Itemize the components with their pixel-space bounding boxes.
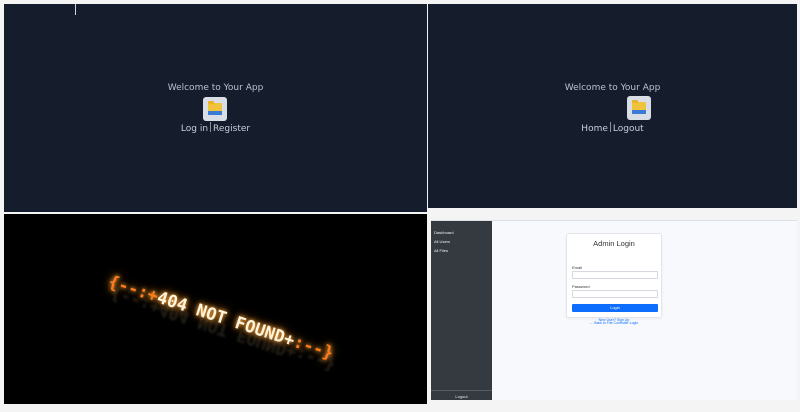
password-label: Password (572, 284, 590, 289)
error-panel: {--:+404 NOT FOUND+:--} {--:+404 NOT FOU… (4, 214, 427, 404)
file-folder-icon (203, 97, 227, 121)
register-link[interactable]: Register (213, 124, 250, 134)
sidebar-item-dashboard[interactable]: Dashboard (431, 228, 492, 237)
sidebar: Dashboard All Users All Files Logout (431, 221, 492, 400)
email-field[interactable] (572, 271, 658, 279)
welcome-heading: Welcome to Your App (564, 83, 661, 93)
nav-links: Home Logout (428, 122, 797, 134)
landing-panel: Welcome to Your App Log in Register (4, 4, 427, 212)
card-title: Admin Login (593, 239, 635, 248)
auth-links: Log in Register (4, 122, 427, 134)
password-field[interactable] (572, 290, 658, 298)
link-separator (609, 122, 611, 132)
admin-panel: Dashboard All Users All Files Logout Adm… (431, 220, 797, 400)
text-cursor (75, 4, 76, 15)
logout-link[interactable]: Logout (613, 124, 644, 134)
home-panel: Welcome to Your App Home Logout (428, 4, 797, 208)
sidebar-item-all-files[interactable]: All Files (431, 246, 492, 255)
error-reflection: {--:+404 NOT FOUND+:--} (108, 282, 339, 375)
home-link[interactable]: Home (581, 124, 608, 134)
link-separator (210, 122, 212, 132)
login-link[interactable]: Log in (181, 124, 208, 134)
screenshot-grid: Welcome to Your App Log in Register Welco… (0, 0, 800, 412)
email-label: Email (572, 265, 583, 270)
sidebar-logout-button[interactable]: Logout (431, 390, 492, 400)
admin-login-card: Admin Login Email Password Login New Use… (566, 233, 662, 322)
file-folder-icon (627, 96, 651, 120)
sidebar-item-all-users[interactable]: All Users (431, 237, 492, 246)
back-link[interactable]: ← Back to File Controller Login (566, 321, 662, 325)
welcome-heading: Welcome to Your App (167, 83, 264, 93)
login-button[interactable]: Login (572, 304, 658, 312)
